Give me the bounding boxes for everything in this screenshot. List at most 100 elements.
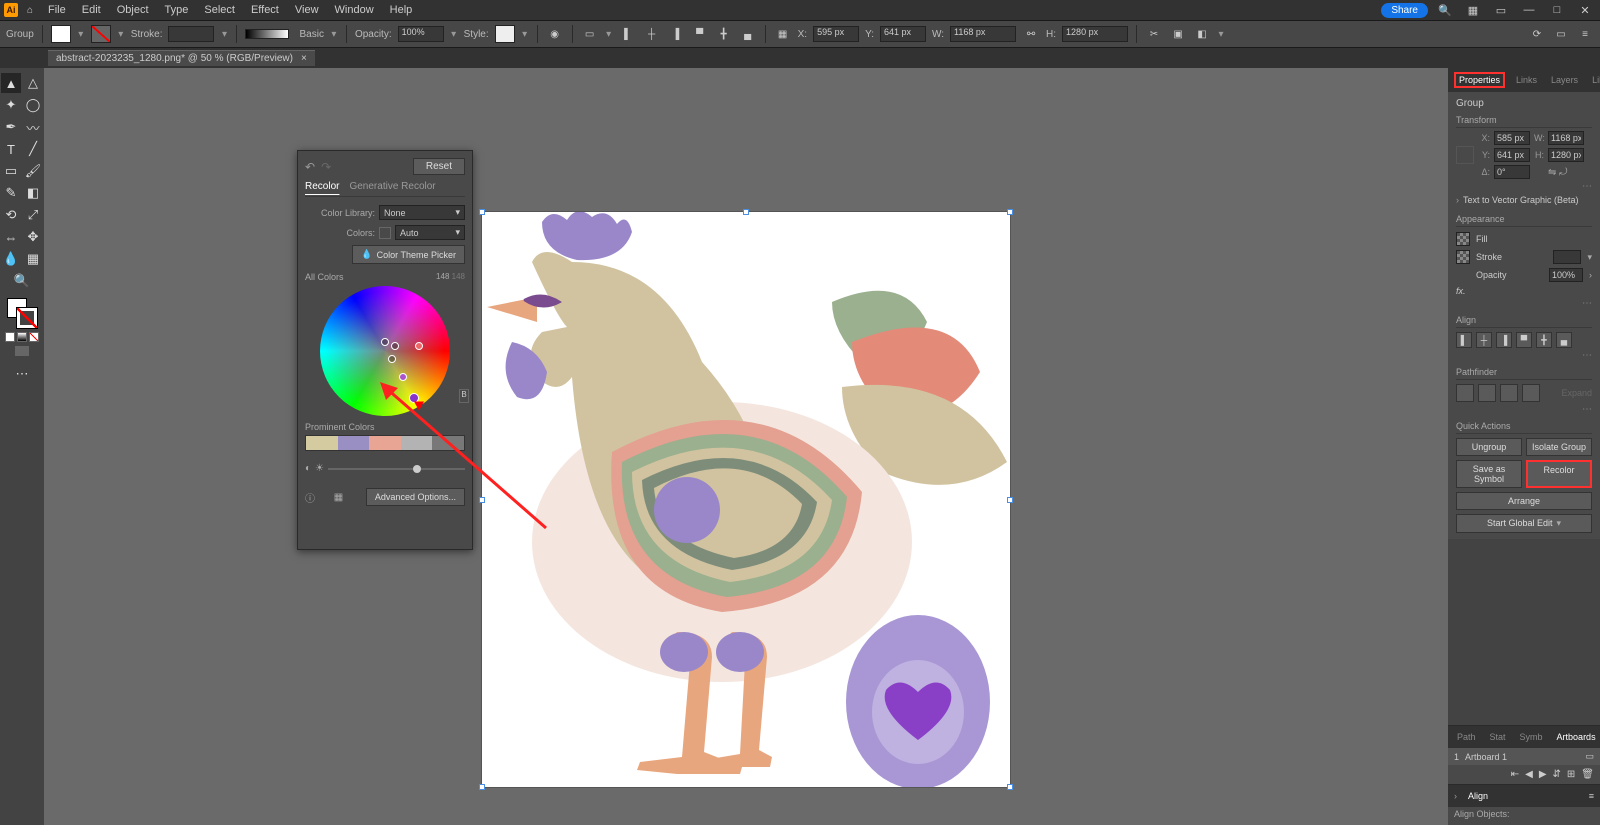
- align-right-btn[interactable]: ▐: [1496, 332, 1512, 348]
- maximize-icon[interactable]: □: [1546, 3, 1568, 17]
- menu-window[interactable]: Window: [329, 2, 380, 18]
- flip-icons[interactable]: ⇋ ⤾: [1548, 167, 1584, 178]
- share-button[interactable]: Share: [1381, 3, 1428, 18]
- text-to-vector-row[interactable]: ›Text to Vector Graphic (Beta): [1456, 192, 1592, 208]
- none-mode-icon[interactable]: [29, 332, 39, 342]
- gradient-mode-icon[interactable]: [17, 332, 27, 342]
- stroke-weight[interactable]: [1553, 250, 1581, 264]
- artboard-nav-icon[interactable]: ⇤: [1511, 769, 1519, 780]
- artboard-new-icon[interactable]: ⊞: [1567, 769, 1575, 780]
- prefs-icon[interactable]: ≡: [1576, 25, 1594, 43]
- eyedropper-tool[interactable]: 💧: [1, 249, 21, 269]
- artboard-options-icon[interactable]: ▭: [1585, 751, 1594, 762]
- stroke-weight-input[interactable]: [168, 26, 214, 42]
- tab-libraries[interactable]: Libra: [1589, 73, 1600, 87]
- edit-icon[interactable]: ◧: [1193, 25, 1211, 43]
- w-input[interactable]: 1168 px: [950, 26, 1016, 42]
- paintbrush-tool[interactable]: 🖌: [23, 161, 43, 181]
- doc-setup-icon[interactable]: ▭: [1552, 25, 1570, 43]
- prop-angle-input[interactable]: [1494, 165, 1530, 179]
- brightness-slider[interactable]: [328, 468, 465, 470]
- opacity-input[interactable]: 100%: [398, 26, 444, 42]
- save-as-symbol-button[interactable]: Save as Symbol: [1456, 460, 1522, 488]
- shape-builder-icon[interactable]: ✂: [1145, 25, 1163, 43]
- align-top-icon[interactable]: ▀: [691, 25, 709, 43]
- align-section-label[interactable]: Align: [1465, 789, 1491, 803]
- brush-preview[interactable]: [245, 29, 289, 39]
- width-tool[interactable]: ⇔: [1, 227, 21, 247]
- prop-h-input[interactable]: [1548, 148, 1584, 162]
- recolor-button[interactable]: Recolor: [1526, 460, 1592, 488]
- gpu-preview-icon[interactable]: ⟳: [1528, 25, 1546, 43]
- tab-stat[interactable]: Stat: [1487, 730, 1509, 744]
- y-input[interactable]: 641 px: [880, 26, 926, 42]
- prop-opacity-input[interactable]: [1549, 268, 1583, 282]
- ungroup-button[interactable]: Ungroup: [1456, 438, 1522, 456]
- search-icon[interactable]: 🔍: [1434, 3, 1456, 17]
- tab-properties[interactable]: Properties: [1454, 72, 1505, 88]
- stroke-swatch[interactable]: [91, 25, 111, 43]
- reset-button[interactable]: Reset: [413, 158, 465, 175]
- prop-w-input[interactable]: [1548, 131, 1584, 145]
- fill-stroke-control[interactable]: [7, 298, 37, 328]
- selection-tool[interactable]: ▲: [1, 73, 21, 93]
- scale-tool[interactable]: ⤢: [23, 205, 43, 225]
- magic-wand-tool[interactable]: ✦: [1, 95, 21, 115]
- menu-edit[interactable]: Edit: [76, 2, 107, 18]
- lasso-tool[interactable]: ◯: [23, 95, 43, 115]
- isolate-icon[interactable]: ▣: [1169, 25, 1187, 43]
- colors-select[interactable]: Auto▾: [395, 225, 465, 240]
- menu-file[interactable]: File: [42, 2, 72, 18]
- artwork-rooster[interactable]: [482, 212, 1010, 787]
- zoom-tool[interactable]: 🔍: [11, 271, 33, 291]
- artboard-delete-icon[interactable]: 🗑: [1581, 769, 1594, 780]
- color-theme-picker-button[interactable]: 💧Color Theme Picker: [352, 245, 465, 264]
- home-icon[interactable]: ⌂: [22, 2, 38, 18]
- align-vcenter-btn[interactable]: ╋: [1536, 332, 1552, 348]
- info-icon[interactable]: ⓘ: [305, 490, 315, 505]
- fx-label[interactable]: fx.: [1456, 286, 1466, 296]
- rectangle-tool[interactable]: ▭: [1, 161, 21, 181]
- stroke-mixed-swatch[interactable]: [1456, 250, 1470, 264]
- color-mode-icon[interactable]: [5, 332, 15, 342]
- direct-selection-tool[interactable]: △: [23, 73, 43, 93]
- transform-ref-icon[interactable]: ▦: [774, 25, 792, 43]
- pf-exclude-btn[interactable]: [1522, 384, 1540, 402]
- artboard-prev-icon[interactable]: ◀: [1525, 769, 1533, 780]
- pf-intersect-btn[interactable]: [1500, 384, 1518, 402]
- artboard-list-row[interactable]: 1 Artboard 1 ▭: [1448, 748, 1600, 765]
- canvas[interactable]: ↶ ↷ Reset Recolor Generative Recolor Col…: [44, 68, 1448, 825]
- align-left-icon[interactable]: ▌: [619, 25, 637, 43]
- align-icon[interactable]: ▭: [581, 25, 599, 43]
- prominent-swatches[interactable]: [305, 435, 465, 451]
- pf-minus-btn[interactable]: [1478, 384, 1496, 402]
- arrange-docs-icon[interactable]: ▦: [1462, 3, 1484, 17]
- menu-select[interactable]: Select: [198, 2, 241, 18]
- tab-recolor[interactable]: Recolor: [305, 181, 339, 192]
- link-wh-icon[interactable]: ⚯: [1022, 25, 1040, 43]
- color-library-select[interactable]: None▾: [379, 205, 465, 220]
- line-tool[interactable]: ╱: [23, 139, 43, 159]
- menu-type[interactable]: Type: [159, 2, 195, 18]
- fill-dropdown[interactable]: ▾: [77, 25, 85, 43]
- eraser-tool[interactable]: ◧: [23, 183, 43, 203]
- colors-swatch-icon[interactable]: [379, 227, 391, 239]
- close-window-icon[interactable]: ✕: [1574, 3, 1596, 17]
- align-right-icon[interactable]: ▐: [667, 25, 685, 43]
- shaper-tool[interactable]: ✎: [1, 183, 21, 203]
- minimize-icon[interactable]: —: [1518, 3, 1540, 17]
- align-top-btn[interactable]: ▀: [1516, 332, 1532, 348]
- reference-point-icon[interactable]: [1456, 146, 1474, 164]
- align-menu-icon[interactable]: ≡: [1589, 791, 1594, 801]
- curvature-tool[interactable]: 〰: [23, 117, 43, 137]
- start-global-edit-button[interactable]: Start Global Edit▾: [1456, 514, 1592, 533]
- tab-links[interactable]: Links: [1513, 73, 1540, 87]
- edit-toolbar-icon[interactable]: ⋯: [12, 364, 32, 384]
- align-vcenter-icon[interactable]: ╋: [715, 25, 733, 43]
- tab-artboards[interactable]: Artboards: [1554, 730, 1599, 744]
- more-options-icon[interactable]: ⋯: [1456, 181, 1592, 192]
- prop-y-input[interactable]: [1494, 148, 1530, 162]
- isolate-group-button[interactable]: Isolate Group: [1526, 438, 1592, 456]
- prop-x-input[interactable]: [1494, 131, 1530, 145]
- pen-tool[interactable]: ✒: [1, 117, 21, 137]
